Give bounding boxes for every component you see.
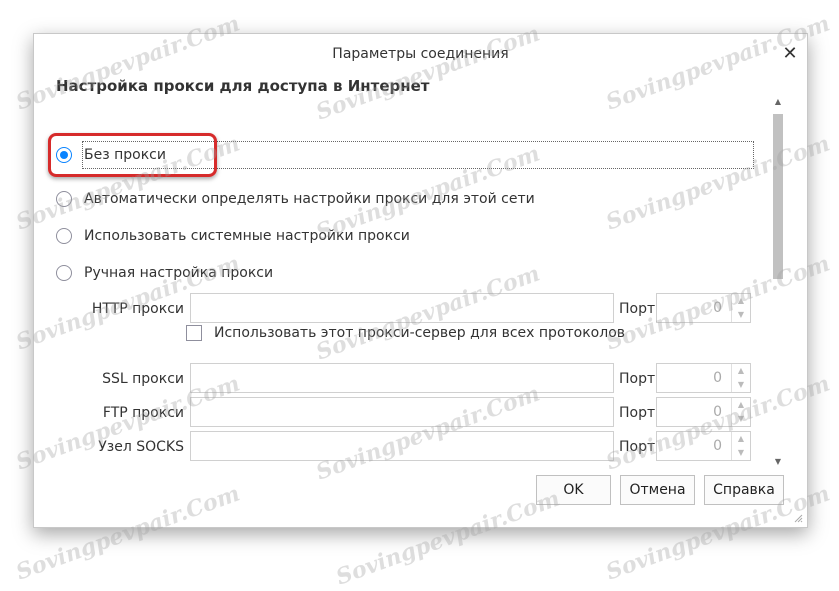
cancel-button[interactable]: Отмена xyxy=(620,475,695,505)
section-title: Настройка прокси для доступа в Интернет xyxy=(56,77,430,95)
connection-settings-dialog: Параметры соединения ✕ Настройка прокси … xyxy=(33,33,808,528)
use-for-all-label: Использовать этот прокси-сервер для всех… xyxy=(214,325,626,341)
radio-manual-proxy[interactable]: Ручная настройка прокси xyxy=(56,261,273,285)
vertical-scrollbar[interactable]: ▲ ▼ xyxy=(771,96,785,468)
http-proxy-input[interactable] xyxy=(190,293,614,323)
scroll-thumb[interactable] xyxy=(773,114,783,279)
ssl-proxy-label: SSL прокси xyxy=(102,371,184,387)
port-value: 0 xyxy=(713,404,722,420)
ftp-port-label: Порт xyxy=(619,405,656,421)
port-spinner[interactable]: ▲ ▼ xyxy=(731,432,750,460)
ftp-proxy-label: FTP прокси xyxy=(102,405,184,421)
port-value: 0 xyxy=(713,300,722,316)
dialog-title: Параметры соединения xyxy=(332,46,509,62)
port-value: 0 xyxy=(713,370,722,386)
ssl-port-label: Порт xyxy=(619,371,656,387)
ssl-proxy-input[interactable] xyxy=(190,363,614,393)
scroll-up-icon[interactable]: ▲ xyxy=(771,96,785,108)
spin-down-icon[interactable]: ▼ xyxy=(732,446,750,460)
spin-up-icon[interactable]: ▲ xyxy=(732,364,750,378)
title-bar: Параметры соединения ✕ xyxy=(34,34,807,76)
scroll-down-icon[interactable]: ▼ xyxy=(771,456,785,468)
close-icon[interactable]: ✕ xyxy=(779,43,801,65)
spin-down-icon[interactable]: ▼ xyxy=(732,412,750,426)
socks-host-input[interactable] xyxy=(190,431,614,461)
checkbox-icon[interactable] xyxy=(186,325,202,341)
radio-button-icon[interactable] xyxy=(56,191,72,207)
socks-port-label: Порт xyxy=(619,439,656,455)
port-value: 0 xyxy=(713,438,722,454)
port-spinner[interactable]: ▲ ▼ xyxy=(731,294,750,322)
http-port-input[interactable]: 0 ▲ ▼ xyxy=(656,293,751,323)
resize-grip-icon[interactable] xyxy=(793,513,803,523)
help-button[interactable]: Справка xyxy=(704,475,784,505)
use-for-all-checkbox-row[interactable]: Использовать этот прокси-сервер для всех… xyxy=(186,325,625,341)
http-proxy-label: HTTP прокси xyxy=(91,301,184,317)
port-spinner[interactable]: ▲ ▼ xyxy=(731,364,750,392)
spin-down-icon[interactable]: ▼ xyxy=(732,308,750,322)
port-spinner[interactable]: ▲ ▼ xyxy=(731,398,750,426)
radio-button-icon[interactable] xyxy=(56,265,72,281)
spin-up-icon[interactable]: ▲ xyxy=(732,294,750,308)
ok-button[interactable]: OK xyxy=(536,475,611,505)
radio-label: Автоматически определять настройки прокс… xyxy=(84,191,535,207)
socks-host-label: Узел SOCKS xyxy=(98,439,184,455)
socks-port-input[interactable]: 0 ▲ ▼ xyxy=(656,431,751,461)
http-port-label: Порт xyxy=(619,301,656,317)
ftp-proxy-input[interactable] xyxy=(190,397,614,427)
radio-button-icon[interactable] xyxy=(56,228,72,244)
ftp-port-input[interactable]: 0 ▲ ▼ xyxy=(656,397,751,427)
radio-label: Использовать системные настройки прокси xyxy=(84,228,410,244)
spin-down-icon[interactable]: ▼ xyxy=(732,378,750,392)
annotation-highlight xyxy=(48,133,217,177)
radio-label: Ручная настройка прокси xyxy=(84,265,274,281)
ssl-port-input[interactable]: 0 ▲ ▼ xyxy=(656,363,751,393)
spin-up-icon[interactable]: ▲ xyxy=(732,432,750,446)
spin-up-icon[interactable]: ▲ xyxy=(732,398,750,412)
radio-auto-detect[interactable]: Автоматически определять настройки прокс… xyxy=(56,187,535,211)
radio-system-proxy[interactable]: Использовать системные настройки прокси xyxy=(56,224,410,248)
